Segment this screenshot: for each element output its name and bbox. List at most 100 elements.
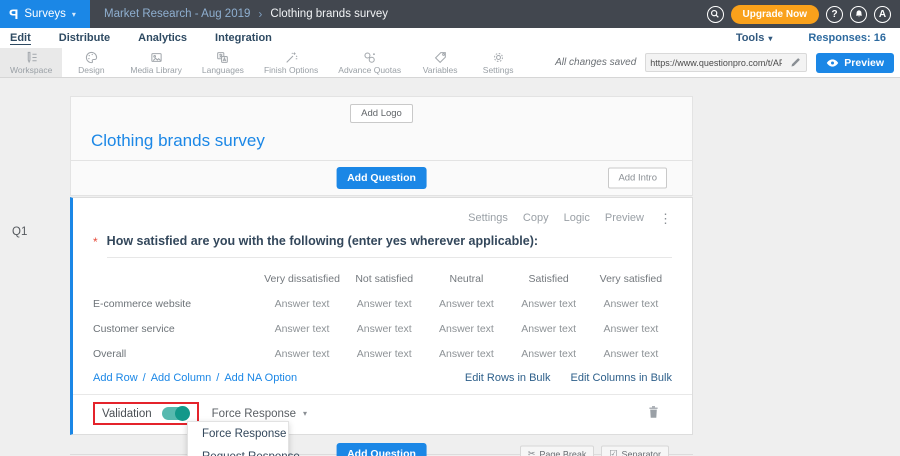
survey-title[interactable]: Clothing brands survey [71,123,692,160]
toolbar-item-finish-options[interactable]: Finish Options [254,48,328,77]
eye-icon [826,58,839,68]
upgrade-now-button[interactable]: Upgrade Now [731,5,819,24]
question-copy-button[interactable]: Copy [523,212,549,224]
force-response-menu: Force Response Request Response [187,421,289,456]
tab-edit[interactable]: Edit [10,32,31,45]
edit-columns-in-bulk-link[interactable]: Edit Columns in Bulk [571,372,673,384]
page-break-label: Page Break [539,449,586,456]
image-icon [150,51,163,64]
editor-canvas: Q1 Add Logo Clothing brands survey Add Q… [0,78,900,456]
surveys-menu-label: Surveys [24,8,66,20]
column-header[interactable]: Not satisfied [343,266,425,291]
toolbar-item-variables[interactable]: Variables [411,48,469,77]
question-settings-button[interactable]: Settings [468,212,508,224]
nav-right: Tools ▾ Responses: 16 [736,32,890,44]
toolbar-item-settings[interactable]: Settings [469,48,527,77]
top-header: P Surveys ▾ Market Research - Aug 2019 ›… [0,0,900,28]
add-question-button-bottom[interactable]: Add Question [336,443,427,456]
checkbox-checked-icon: ☑ [609,449,617,456]
question-text[interactable]: How satisfied are you with the following… [107,234,672,258]
help-button[interactable]: ? [826,6,843,23]
validation-row: Validation Force Response ▾ [73,394,692,434]
notifications-button[interactable] [850,6,867,23]
answer-cell[interactable]: Answer text [425,291,507,316]
row-label[interactable]: Overall [93,341,261,366]
workspace-icon [25,51,38,64]
add-na-option-link[interactable]: Add NA Option [224,372,297,384]
column-header[interactable]: Satisfied [508,266,590,291]
menu-item-force-response[interactable]: Force Response [188,422,288,445]
tab-analytics[interactable]: Analytics [138,32,187,45]
answer-cell[interactable]: Answer text [343,316,425,341]
gear-icon [492,51,505,64]
page-break-button[interactable]: ✂ Page Break [520,446,595,456]
edit-rows-in-bulk-link[interactable]: Edit Rows in Bulk [465,372,551,384]
toolbar-item-workspace[interactable]: Workspace [0,48,62,77]
save-status: All changes saved [555,57,636,68]
force-response-dropdown[interactable]: Force Response ▾ [212,408,307,420]
preview-button[interactable]: Preview [816,53,894,73]
add-logo-button[interactable]: Add Logo [350,104,413,123]
column-header[interactable]: Very satisfied [590,266,672,291]
answer-cell[interactable]: Answer text [425,341,507,366]
links-icon [363,51,376,64]
answer-cell[interactable]: Answer text [261,341,343,366]
matrix-links-row: Add Row / Add Column / Add NA Option Edi… [93,372,672,384]
menu-item-request-response[interactable]: Request Response [188,445,288,456]
tools-menu[interactable]: Tools ▾ [736,32,773,44]
question-preview-button[interactable]: Preview [605,212,644,224]
question-block: Settings Copy Logic Preview ⋮ * How sati… [70,197,693,435]
chevron-down-icon: ▾ [72,10,76,19]
answer-cell[interactable]: Answer text [261,316,343,341]
page-footer: Add Question ✂ Page Break ☑ Separator [70,438,693,456]
answer-cell[interactable]: Answer text [508,316,590,341]
add-row-link[interactable]: Add Row [93,372,138,384]
responses-count[interactable]: Responses: 16 [808,32,886,44]
search-button[interactable] [707,6,724,23]
required-asterisk: * [93,235,98,258]
delete-question-button[interactable] [647,405,660,422]
tab-integration[interactable]: Integration [215,32,272,45]
preview-label: Preview [844,57,884,69]
answer-cell[interactable]: Answer text [425,316,507,341]
nav-tabs: Edit Distribute Analytics Integration [10,32,272,45]
validation-annotation-box: Validation [93,402,199,425]
column-header[interactable]: Neutral [425,266,507,291]
surveys-menu[interactable]: P Surveys ▾ [0,0,90,28]
breadcrumb-current: Clothing brands survey [270,8,388,20]
toolbar-item-design[interactable]: Design [62,48,120,77]
add-intro-button[interactable]: Add Intro [608,168,667,189]
toolbar-item-media-library[interactable]: Media Library [120,48,192,77]
tools-label: Tools [736,32,765,44]
answer-cell[interactable]: Answer text [508,341,590,366]
edit-url-button[interactable] [786,57,804,68]
row-label[interactable]: E-commerce website [93,291,261,316]
validation-toggle[interactable] [162,407,189,420]
question-logic-button[interactable]: Logic [564,212,590,224]
toolbar-item-advance-quotas[interactable]: Advance Quotas [328,48,411,77]
survey-card-footer: Add Question Add Intro [71,160,692,195]
column-header[interactable]: Very dissatisfied [261,266,343,291]
row-label[interactable]: Customer service [93,316,261,341]
answer-cell[interactable]: Answer text [508,291,590,316]
answer-cell[interactable]: Answer text [590,291,672,316]
link-separator: / [216,372,219,384]
answer-cell[interactable]: Answer text [343,341,425,366]
answer-cell[interactable]: Answer text [261,291,343,316]
table-row: Customer service Answer text Answer text… [93,316,672,341]
avatar[interactable]: A [874,6,891,23]
more-options-icon[interactable]: ⋮ [659,213,672,224]
toolbar-item-languages[interactable]: Languages [192,48,254,77]
separator-button[interactable]: ☑ Separator [601,446,669,456]
breadcrumb-folder[interactable]: Market Research - Aug 2019 [104,8,250,20]
add-column-link[interactable]: Add Column [151,372,212,384]
palette-icon [85,51,98,64]
answer-cell[interactable]: Answer text [590,316,672,341]
survey-url-input[interactable] [646,58,786,68]
matrix-table: Very dissatisfied Not satisfied Neutral … [93,266,672,366]
tab-distribute[interactable]: Distribute [59,32,110,45]
answer-cell[interactable]: Answer text [343,291,425,316]
answer-cell[interactable]: Answer text [590,341,672,366]
pencil-icon [790,57,801,68]
add-question-button-top[interactable]: Add Question [336,167,427,189]
